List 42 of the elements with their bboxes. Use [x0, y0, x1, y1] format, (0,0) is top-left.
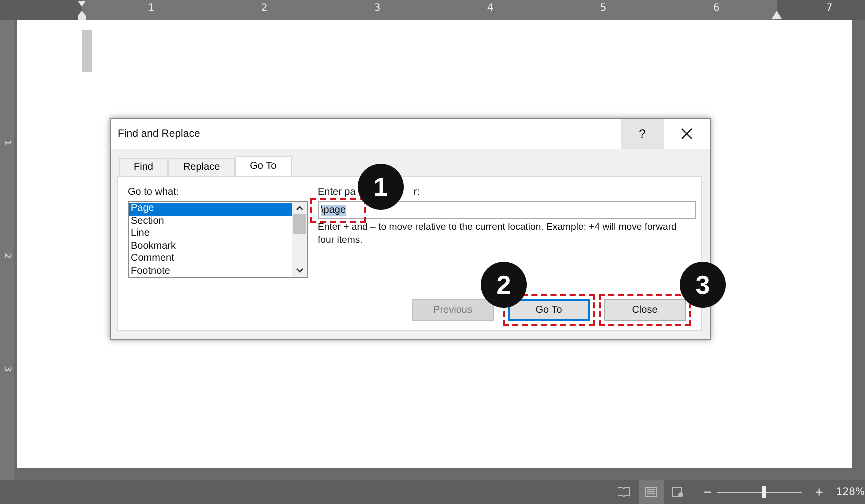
go-to-list[interactable]: Page Section Line Bookmark Comment Footnote — [128, 201, 308, 278]
zoom-slider-thumb[interactable] — [762, 486, 766, 498]
list-item[interactable]: Comment — [129, 253, 292, 266]
help-button[interactable]: ? — [621, 119, 664, 149]
dialog-tab[interactable]: Find — [119, 158, 168, 176]
dialog-button[interactable]: Go To — [508, 299, 590, 321]
hint-text: Enter + and – to move relative to the current location. Example: +4 will move forward four items. — [318, 222, 678, 247]
ruler-number: 2 — [2, 252, 12, 258]
scrollbar[interactable] — [292, 202, 307, 277]
text-cursor-marker — [82, 30, 92, 72]
scroll-up-icon[interactable] — [296, 205, 304, 211]
ruler-number: 7 — [826, 3, 833, 14]
page-lines-icon — [645, 487, 658, 497]
dialog-tab[interactable]: Replace — [168, 158, 236, 176]
scrollbar-thumb[interactable] — [293, 214, 306, 234]
ruler-number: 2 — [261, 3, 268, 14]
list-item[interactable]: Footnote — [129, 266, 292, 278]
ruler-number: 1 — [148, 3, 155, 14]
list-item[interactable]: Bookmark — [129, 240, 292, 253]
dialog-title: Find and Replace — [117, 127, 202, 142]
indent-marker-icon[interactable] — [77, 0, 87, 20]
book-icon — [618, 487, 630, 497]
list-label: Go to what: — [128, 186, 180, 199]
close-icon — [681, 128, 693, 140]
ruler-number: 1 — [2, 140, 12, 146]
list-item[interactable]: Line — [129, 228, 292, 240]
ruler-number: 6 — [713, 3, 720, 14]
list-item[interactable]: Page — [129, 203, 292, 216]
ruler-number: 3 — [2, 366, 12, 372]
scroll-down-icon[interactable] — [296, 268, 304, 274]
ruler-number: 3 — [374, 3, 381, 14]
dialog-tab[interactable]: Go To — [235, 156, 292, 176]
field-label: Enter pa — [318, 186, 356, 199]
ruler-number: 5 — [600, 3, 607, 14]
dialog-button[interactable]: Close — [604, 299, 686, 321]
ruler-number: 4 — [487, 3, 494, 14]
zoom-out-button[interactable]: − — [700, 482, 715, 502]
zoom-level: 128% — [836, 486, 865, 498]
field-label: r: — [414, 186, 420, 199]
web-page-icon — [672, 486, 684, 498]
zoom-in-button[interactable]: + — [812, 482, 826, 502]
list-item[interactable]: Section — [129, 216, 292, 228]
